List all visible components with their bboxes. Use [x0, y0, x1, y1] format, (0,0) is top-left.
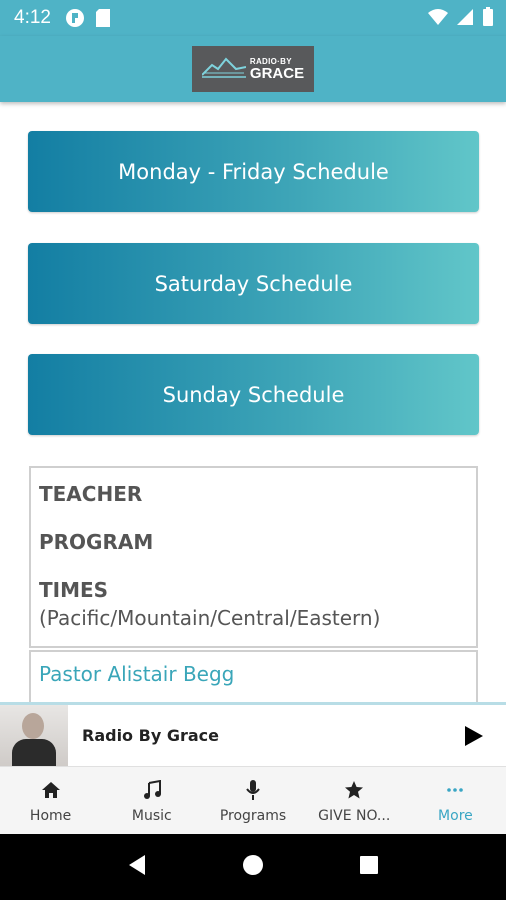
play-icon [465, 725, 483, 746]
times-header: TIMES [39, 578, 109, 602]
sunday-schedule-button[interactable]: Sunday Schedule [28, 354, 479, 435]
system-navigation-bar [0, 834, 506, 900]
app-bar: RADIO·BY GRACE [0, 36, 506, 102]
battery-icon [482, 7, 494, 27]
mini-player[interactable]: Radio By Grace [0, 702, 506, 766]
wifi-icon [428, 8, 448, 26]
program-header: PROGRAM [39, 530, 154, 554]
nav-programs-label: Programs [219, 807, 287, 824]
home-icon [41, 778, 61, 802]
logo-text-bottom: GRACE [249, 64, 305, 82]
music-icon [142, 778, 162, 802]
microphone-icon [245, 778, 261, 802]
star-icon [344, 778, 364, 802]
status-time: 4:12 [14, 7, 51, 28]
recents-icon[interactable] [359, 855, 379, 879]
nav-give-now-label: GIVE NO... [318, 807, 391, 824]
nav-give-now[interactable]: GIVE NO... [304, 767, 405, 834]
status-bar: 4:12 [0, 0, 506, 36]
app-notification-icon [65, 8, 85, 28]
radio-by-grace-logo: RADIO·BY GRACE [192, 46, 314, 92]
nav-home-label: Home [29, 807, 72, 824]
schedule-content: Monday - Friday Schedule Saturday Schedu… [0, 102, 506, 702]
timezones-label: (Pacific/Mountain/Central/Eastern) [39, 606, 381, 630]
teacher-name[interactable]: Pastor Alistair Begg [39, 662, 468, 686]
nav-music-label: Music [131, 807, 172, 824]
mountain-logo-icon [201, 55, 247, 83]
album-art [0, 705, 68, 766]
nav-more[interactable]: More [405, 767, 506, 834]
monday-friday-schedule-button[interactable]: Monday - Friday Schedule [28, 131, 479, 212]
more-icon [446, 778, 464, 802]
nav-more-label: More [438, 807, 473, 824]
bottom-navigation: Home Music Programs GIVE NO... More [0, 766, 506, 834]
back-icon[interactable] [127, 854, 147, 880]
schedule-legend-box: TEACHER PROGRAM TIMES (Pacific/Mountain/… [29, 466, 478, 648]
sd-card-icon [95, 8, 111, 28]
player-title: Radio By Grace [82, 726, 219, 745]
nav-programs[interactable]: Programs [202, 767, 303, 834]
signal-icon [456, 8, 474, 26]
home-circle-icon[interactable] [242, 854, 264, 880]
teacher-header: TEACHER [39, 482, 143, 506]
saturday-schedule-button[interactable]: Saturday Schedule [28, 243, 479, 324]
nav-music[interactable]: Music [101, 767, 202, 834]
nav-home[interactable]: Home [0, 767, 101, 834]
play-button[interactable] [456, 718, 492, 754]
schedule-entry[interactable]: Pastor Alistair Begg [29, 650, 478, 702]
